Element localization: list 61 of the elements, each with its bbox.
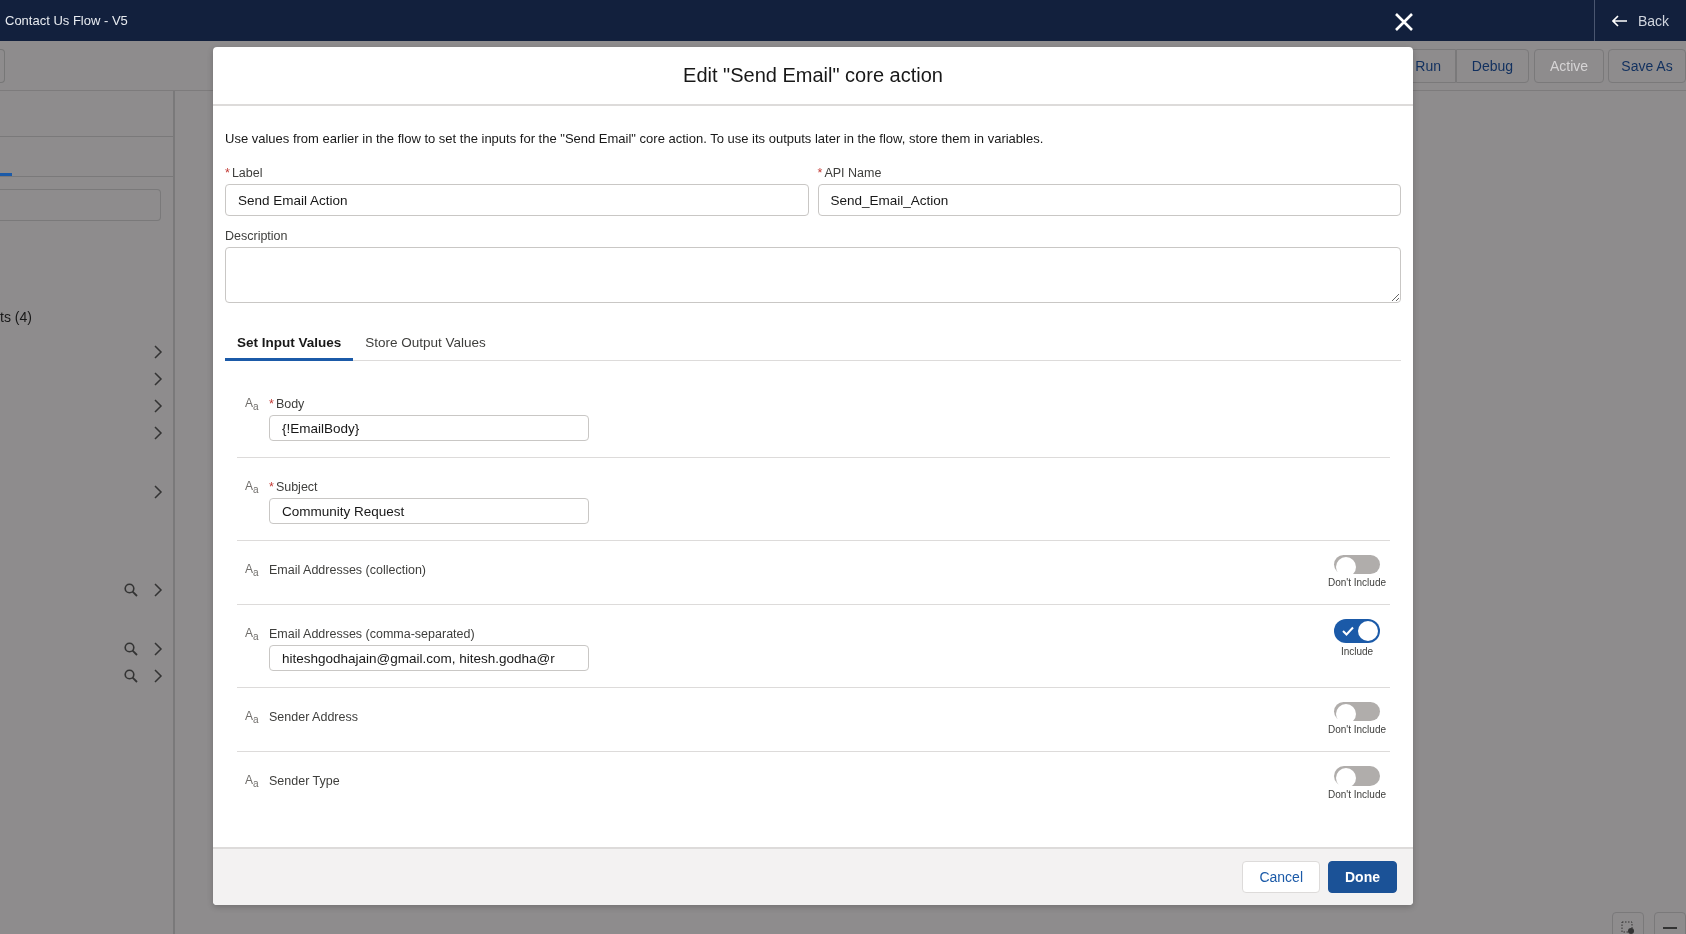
required-marker: * bbox=[269, 397, 274, 411]
field-label: Label bbox=[231, 166, 263, 180]
text-type-icon: A$_{a}$ bbox=[245, 480, 259, 524]
chevron-right-icon[interactable] bbox=[154, 344, 163, 359]
chevron-right-icon[interactable] bbox=[154, 484, 163, 499]
toolbar-button[interactable]: Debug bbox=[1456, 48, 1529, 83]
section-heading: ts (4) bbox=[0, 309, 33, 327]
description-field[interactable] bbox=[225, 247, 1401, 303]
toggle-caption: Don't Include bbox=[1327, 789, 1387, 800]
toolbar-button[interactable]: Save As bbox=[1608, 48, 1686, 83]
text-field[interactable]: {!EmailBody} bbox=[269, 415, 589, 441]
text-field[interactable]: Send_Email_Action bbox=[817, 184, 1401, 216]
back-arrow-icon bbox=[1611, 14, 1628, 27]
modal-title: Edit "Send Email" core action bbox=[683, 64, 943, 87]
tab-indicator bbox=[0, 173, 12, 176]
required-marker: * bbox=[225, 166, 230, 180]
search-icon[interactable] bbox=[124, 641, 138, 656]
field-label: Email Addresses (comma-separated) bbox=[269, 627, 475, 641]
intro-text: Use values from earlier in the flow to set the inputs for the "Send Email" core action. To use its outputs later in the flow, store them in variables. bbox=[225, 131, 1045, 146]
cancel-button[interactable]: Cancel bbox=[1242, 861, 1320, 893]
done-button[interactable]: Done bbox=[1328, 861, 1397, 893]
text-type-icon: A$_{a}$ bbox=[245, 397, 259, 441]
toggle-switch[interactable] bbox=[1334, 555, 1380, 574]
field-label: Email Addresses (collection) bbox=[269, 563, 426, 577]
back-button[interactable]: Back bbox=[1594, 0, 1686, 41]
required-marker: * bbox=[817, 166, 823, 180]
field-label: Sender Type bbox=[269, 774, 340, 788]
chevron-right-icon[interactable] bbox=[154, 398, 163, 413]
text-field[interactable]: Community Request bbox=[269, 498, 589, 524]
field-label: Subject bbox=[275, 480, 318, 494]
text-type-icon: A$_{a}$ bbox=[245, 627, 259, 671]
text-type-icon: A$_{a}$ bbox=[245, 710, 259, 735]
toggle-switch[interactable] bbox=[1334, 766, 1380, 786]
selection-icon bbox=[1621, 921, 1635, 934]
chevron-right-icon[interactable] bbox=[154, 668, 163, 683]
field-label: Sender Address bbox=[269, 710, 358, 724]
search-icon[interactable] bbox=[124, 668, 138, 683]
chevron-right-icon[interactable] bbox=[154, 582, 163, 597]
field-label: Body bbox=[275, 397, 305, 411]
chevron-right-icon[interactable] bbox=[154, 425, 163, 440]
tab[interactable]: Store Output Values bbox=[353, 329, 498, 361]
toggle-caption: Don't Include bbox=[1327, 724, 1387, 735]
text-type-icon: A$_{a}$ bbox=[245, 774, 259, 800]
toggle-caption: Don't Include bbox=[1327, 577, 1387, 588]
check-icon bbox=[1342, 626, 1354, 636]
close-button[interactable] bbox=[1394, 12, 1414, 32]
toggle-switch[interactable] bbox=[1334, 619, 1380, 643]
chevron-right-icon[interactable] bbox=[154, 641, 163, 656]
search-icon[interactable] bbox=[124, 582, 138, 597]
field-label: API Name bbox=[824, 166, 882, 180]
required-marker: * bbox=[269, 480, 274, 494]
window-title: Contact Us Flow - V5 bbox=[4, 13, 128, 28]
chevron-right-icon[interactable] bbox=[154, 371, 163, 386]
minus-icon bbox=[1663, 927, 1677, 929]
text-field[interactable]: hiteshgodhajain@gmail.com, hitesh.godha@r bbox=[269, 645, 589, 671]
text-type-icon: A$_{a}$ bbox=[245, 563, 259, 588]
text-field[interactable]: Send Email Action bbox=[225, 184, 809, 216]
toggle-switch[interactable] bbox=[1334, 702, 1380, 721]
tab[interactable]: Set Input Values bbox=[225, 329, 354, 361]
toggle-caption: Include bbox=[1340, 646, 1374, 657]
field-label: Description bbox=[225, 229, 288, 243]
